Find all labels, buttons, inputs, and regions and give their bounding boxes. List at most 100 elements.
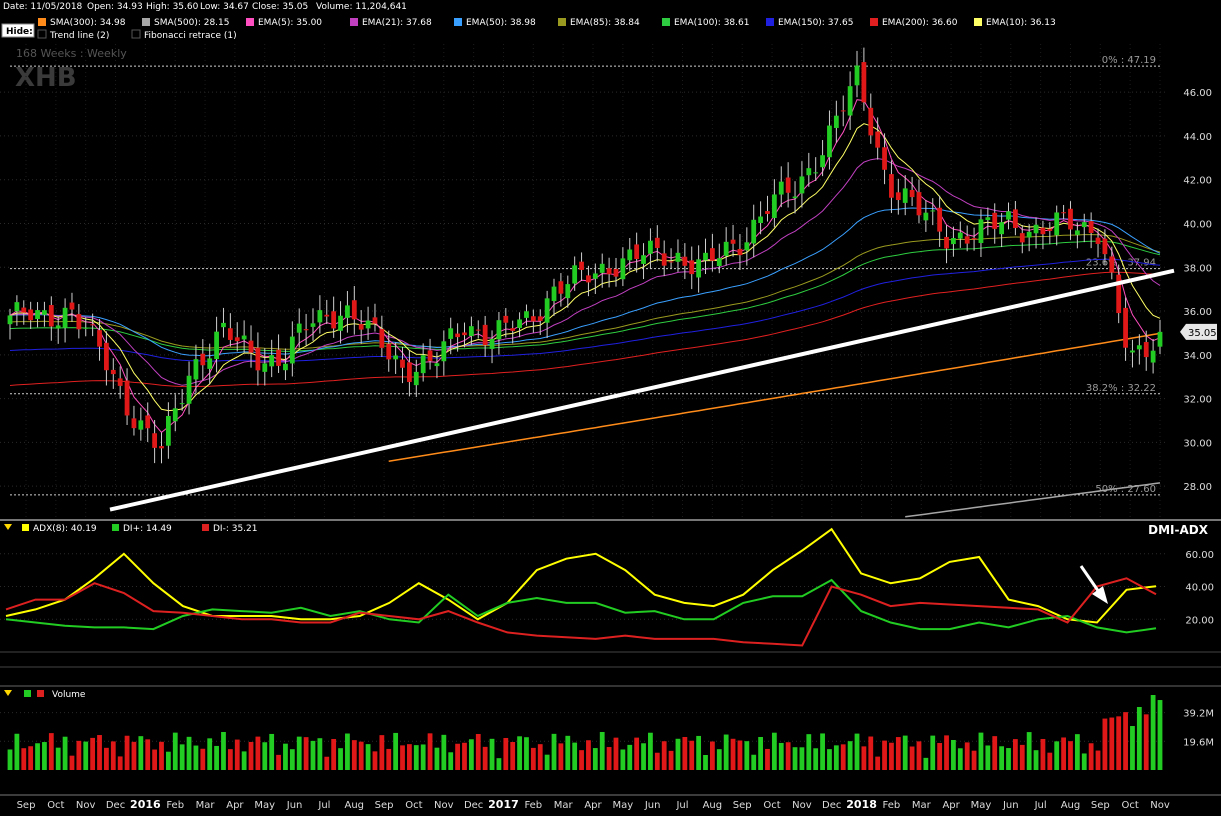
volume-bar	[310, 740, 316, 770]
legend-swatch	[350, 18, 358, 26]
x-axis-label: 2016	[130, 798, 161, 811]
volume-bar	[379, 735, 385, 770]
candle-body	[503, 315, 509, 323]
candle-body	[1061, 212, 1066, 214]
price-tick-label: 32.00	[1183, 395, 1212, 406]
volume-bar	[200, 748, 206, 770]
volume-bar	[882, 740, 887, 770]
candle-body	[441, 341, 447, 362]
price-tick-label: 30.00	[1183, 438, 1212, 449]
fib-level-label: 38.2% : 32.22	[1086, 383, 1156, 394]
candle-body	[48, 305, 54, 327]
dmi-legend-swatch	[202, 524, 209, 531]
volume-bar	[1006, 748, 1011, 770]
fib-level-label: 0% : 47.19	[1102, 55, 1156, 66]
candle-body	[255, 347, 261, 371]
dmi-legend-swatch	[22, 524, 29, 531]
volume-bar	[682, 737, 688, 770]
candle-body	[751, 219, 757, 244]
candle-body	[689, 260, 695, 275]
candle-body	[792, 196, 798, 199]
x-axis-label: Nov	[1150, 800, 1170, 811]
volume-bar	[999, 746, 1005, 770]
background	[0, 0, 1221, 812]
candle-body	[902, 188, 908, 203]
volume-bar	[964, 742, 970, 770]
volume-bar	[930, 735, 936, 770]
volume-bar	[296, 736, 302, 770]
dmi-title: DMI-ADX	[1148, 523, 1209, 537]
candle-body	[675, 252, 681, 262]
candle-body	[696, 259, 702, 278]
candle-body	[530, 316, 536, 322]
candle-body	[813, 172, 819, 174]
dmi-tick-label: 20.00	[1185, 615, 1214, 626]
candle-body	[565, 284, 571, 299]
volume-bar	[716, 749, 722, 770]
volume-bar	[110, 741, 116, 770]
candle-body	[200, 353, 206, 366]
candle-body	[14, 302, 20, 312]
volume-bar	[792, 747, 798, 770]
fib-level-label: 50% : 27.60	[1095, 484, 1156, 495]
candle-body	[207, 358, 213, 369]
candle-body	[186, 375, 192, 404]
hide-button-label: Hide:	[6, 27, 33, 37]
candle-body	[1026, 231, 1032, 238]
x-axis-label: Jul	[675, 800, 688, 811]
candle-body	[558, 281, 564, 294]
volume-bar	[262, 742, 268, 770]
candle-body	[434, 363, 440, 367]
candle-body	[944, 236, 949, 249]
candle-body	[1143, 342, 1149, 358]
candle-body	[110, 369, 116, 375]
volume-bar	[627, 744, 633, 770]
candle-body	[152, 433, 158, 448]
candle-body	[985, 217, 991, 221]
volume-bar	[159, 741, 164, 770]
volume-bar	[35, 743, 40, 770]
candle-body	[964, 236, 970, 244]
price-tick-label: 46.00	[1183, 88, 1212, 99]
legend-item-label: Trend line (2)	[49, 31, 109, 41]
volume-bar	[689, 740, 695, 770]
x-axis-label: Dec	[106, 800, 125, 811]
legend-item-label: EMA(100): 38.61	[674, 18, 749, 28]
candle-body	[104, 342, 109, 371]
candle-body	[1040, 227, 1046, 235]
volume-bar	[592, 748, 598, 770]
candle-body	[1033, 224, 1039, 234]
volume-bar	[372, 751, 378, 770]
volume-bar	[606, 747, 612, 770]
candle-body	[345, 305, 350, 318]
panel-divider[interactable]	[0, 519, 1221, 521]
candle-body	[820, 155, 825, 168]
candle-body	[276, 349, 281, 366]
header-high: High: 35.60	[146, 2, 199, 12]
volume-bar	[558, 743, 564, 770]
candle-body	[145, 415, 151, 429]
x-axis-label: Nov	[792, 800, 812, 811]
volume-bar	[48, 733, 54, 770]
x-axis-label: Aug	[1061, 800, 1081, 811]
legend-item-label: SMA(500): 28.15	[154, 18, 230, 28]
candle-body	[234, 337, 240, 342]
volume-bar	[1061, 737, 1066, 770]
candle-body	[806, 168, 812, 176]
volume-bar	[703, 755, 708, 770]
volume-bar	[668, 750, 674, 770]
volume-bar	[530, 747, 536, 770]
volume-bar	[875, 756, 881, 770]
candle-body	[338, 315, 343, 331]
candle-body	[1123, 307, 1128, 348]
volume-bar	[1136, 706, 1142, 770]
candle-body	[937, 207, 943, 232]
candle-body	[42, 310, 47, 315]
volume-bar	[565, 735, 571, 770]
x-axis-label: Jul	[1034, 800, 1047, 811]
candle-body	[317, 310, 323, 323]
legend-swatch	[37, 29, 47, 39]
legend-swatch	[870, 18, 878, 26]
volume-bar	[1068, 741, 1073, 770]
legend-swatch	[131, 29, 141, 39]
